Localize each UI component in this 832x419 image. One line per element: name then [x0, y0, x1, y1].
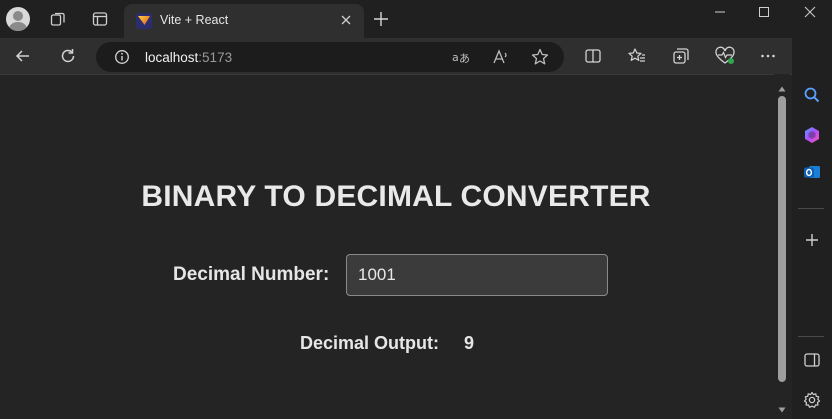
decimal-output-label: Decimal Output:	[300, 333, 440, 353]
scroll-up-arrow-icon[interactable]	[778, 80, 786, 92]
collections-icon[interactable]	[668, 44, 694, 68]
more-menu-icon[interactable]	[755, 44, 781, 68]
browser-toolbar: localhost:5173 aあ	[0, 38, 832, 74]
back-icon[interactable]	[10, 44, 36, 68]
scrollbar-thumb[interactable]	[778, 96, 786, 382]
favorites-icon[interactable]	[624, 44, 650, 68]
decimal-number-label: Decimal Number:	[173, 264, 330, 285]
new-tab-icon[interactable]	[370, 8, 392, 30]
minimize-icon[interactable]	[708, 4, 732, 20]
outlook-icon[interactable]	[800, 160, 824, 184]
sidebar-separator	[798, 208, 824, 209]
maximize-icon[interactable]	[752, 4, 776, 20]
tab-title: Vite + React	[160, 13, 229, 27]
settings-icon[interactable]	[800, 388, 824, 412]
split-screen-icon[interactable]	[580, 44, 606, 68]
profile-avatar[interactable]	[6, 7, 30, 31]
svg-text:a: a	[452, 51, 459, 64]
tab-strip: Vite + React	[0, 0, 832, 38]
sidebar-toggle-icon[interactable]	[800, 348, 824, 372]
page-title: BINARY TO DECIMAL CONVERTER	[141, 180, 651, 213]
url-text: localhost:5173	[145, 50, 232, 65]
site-info-icon[interactable]	[114, 49, 130, 65]
workspaces-icon[interactable]	[46, 7, 70, 31]
scroll-down-arrow-icon[interactable]	[778, 401, 786, 413]
address-bar[interactable]: localhost:5173 aあ	[96, 42, 564, 72]
active-tab[interactable]: Vite + React	[124, 4, 364, 38]
vite-favicon	[136, 13, 152, 29]
url-host: localhost	[145, 50, 199, 65]
copilot-sidebar-icon[interactable]	[800, 123, 824, 147]
edge-sidebar	[792, 38, 832, 419]
sidebar-separator	[798, 336, 824, 337]
decimal-number-input[interactable]	[346, 254, 608, 296]
url-port: :5173	[198, 50, 233, 65]
window-close-icon[interactable]	[798, 4, 822, 20]
refresh-icon[interactable]	[55, 44, 81, 68]
close-icon[interactable]	[338, 12, 354, 28]
decimal-output-value: 9	[464, 333, 475, 353]
page-viewport	[0, 74, 792, 419]
read-aloud-icon[interactable]	[488, 45, 514, 69]
browser-essentials-icon[interactable]	[712, 44, 738, 68]
svg-text:あ: あ	[459, 52, 470, 65]
translate-icon[interactable]: aあ	[448, 45, 474, 69]
tab-actions-icon[interactable]	[88, 7, 112, 31]
add-icon[interactable]	[800, 228, 824, 252]
favorite-star-icon[interactable]	[527, 45, 553, 69]
search-icon[interactable]	[800, 83, 824, 107]
